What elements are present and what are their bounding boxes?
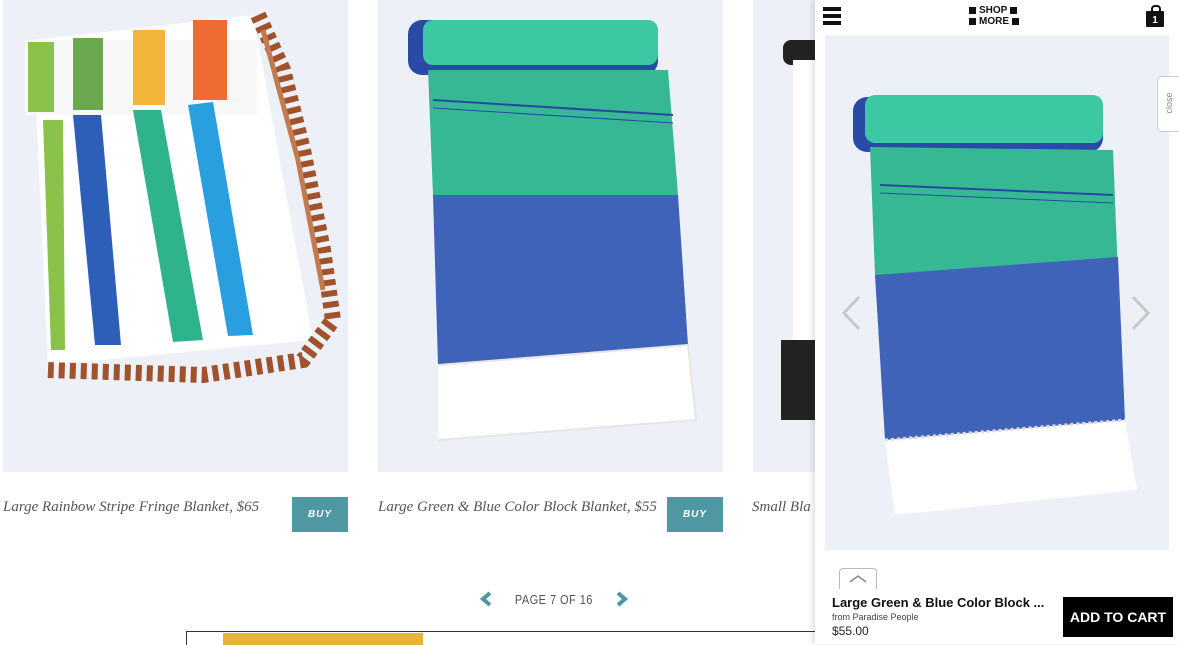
- square-icon: [969, 18, 976, 25]
- square-icon: [1012, 18, 1019, 25]
- chevron-right-icon: [616, 591, 628, 607]
- product-image-color-block-blanket[interactable]: [378, 0, 723, 472]
- chevron-up-icon: [849, 575, 867, 583]
- shopping-bag-icon[interactable]: 1: [1146, 5, 1164, 27]
- buy-button[interactable]: BUY: [292, 497, 348, 532]
- drawer-product-image[interactable]: [825, 35, 1169, 550]
- banner-image: [223, 633, 423, 645]
- drawer-product-name: Large Green & Blue Color Block ...: [832, 595, 1045, 610]
- square-icon: [1010, 7, 1018, 14]
- collapse-details-button[interactable]: [839, 568, 877, 589]
- drawer-topbar: SHOP MORE 1: [815, 0, 1179, 34]
- hamburger-icon[interactable]: [823, 7, 841, 27]
- buy-button[interactable]: BUY: [667, 497, 723, 532]
- chevron-right-icon: [1131, 295, 1151, 331]
- shop-more-button[interactable]: SHOP MORE: [969, 5, 1019, 27]
- product-quickview-drawer: SHOP MORE 1 close Large Green & Blue Col…: [815, 0, 1179, 644]
- close-label: close: [1164, 92, 1174, 114]
- add-to-cart-button[interactable]: ADD TO CART: [1063, 597, 1173, 637]
- pagination: PAGE 7 OF 16: [478, 588, 630, 610]
- square-icon: [969, 7, 976, 14]
- more-label: MORE: [979, 16, 1009, 27]
- chevron-left-icon: [841, 295, 861, 331]
- close-drawer-tab[interactable]: close: [1157, 76, 1179, 132]
- drawer-prev-image-button[interactable]: [839, 293, 863, 333]
- product-caption[interactable]: Large Green & Blue Color Block Blanket, …: [378, 499, 657, 516]
- cart-count: 1: [1146, 11, 1164, 27]
- chevron-left-icon: [480, 591, 492, 607]
- product-caption[interactable]: Large Rainbow Stripe Fringe Blanket, $65: [3, 499, 259, 516]
- shop-label: SHOP: [979, 5, 1008, 16]
- drawer-next-image-button[interactable]: [1129, 293, 1153, 333]
- next-page-button[interactable]: [614, 589, 630, 609]
- page-indicator: PAGE 7 OF 16: [514, 591, 593, 607]
- product-image-rainbow-blanket[interactable]: [3, 0, 348, 472]
- prev-page-button[interactable]: [478, 589, 494, 609]
- drawer-product-price: $55.00: [832, 624, 869, 638]
- product-caption[interactable]: Small Bla: [752, 499, 811, 516]
- footer-banner[interactable]: [186, 631, 827, 645]
- drawer-product-vendor: from Paradise People: [832, 612, 919, 622]
